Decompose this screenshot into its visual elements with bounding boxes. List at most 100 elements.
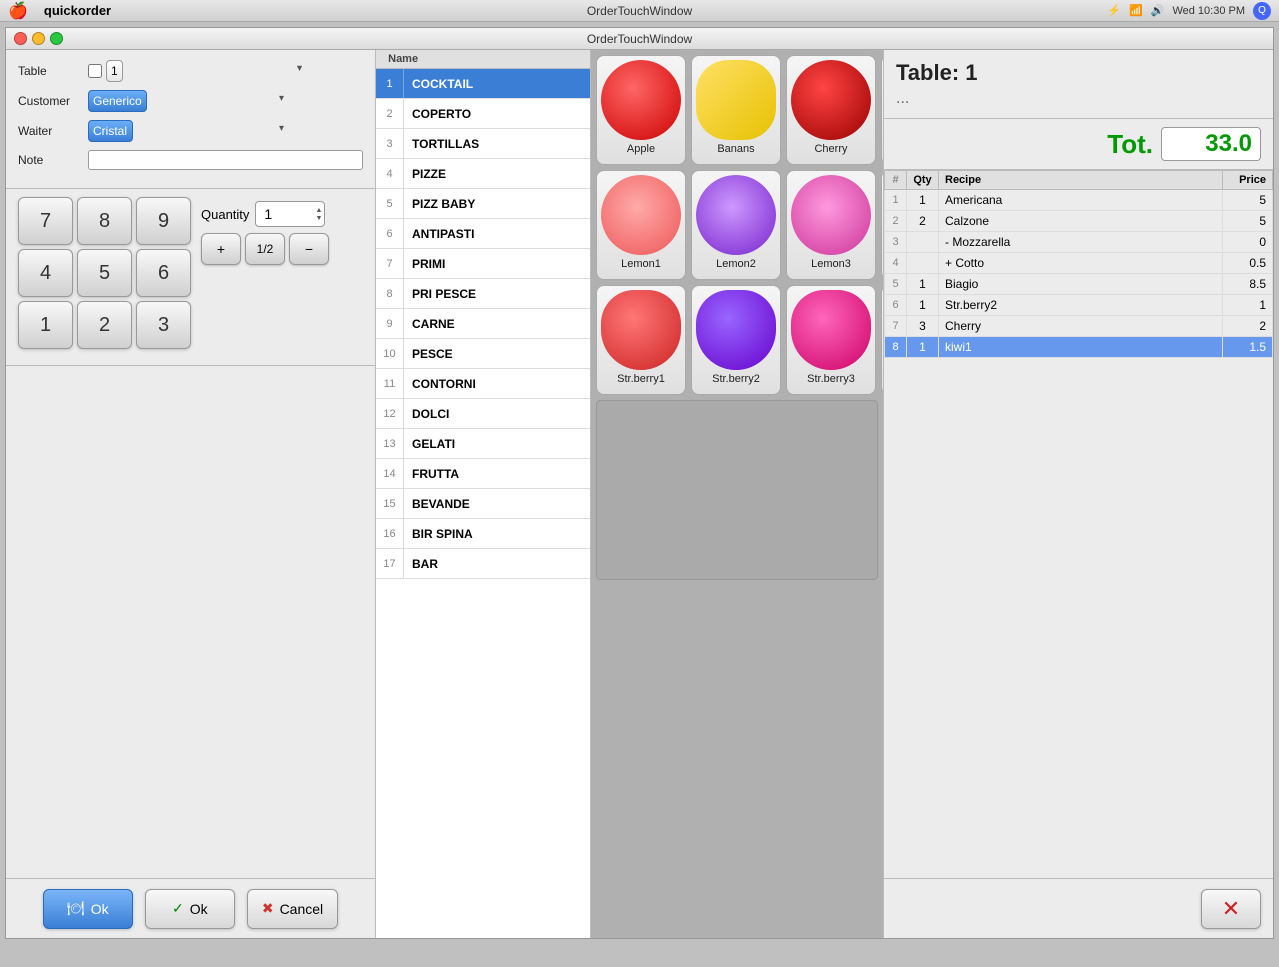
order-row-price: 2	[1223, 316, 1273, 337]
quantity-arrows[interactable]: ▲ ▼	[315, 207, 322, 222]
waiter-select[interactable]: Cristal	[88, 120, 133, 142]
category-item-8[interactable]: 8 PRI PESCE	[376, 279, 590, 309]
num-9-button[interactable]: 9	[136, 197, 191, 245]
num-8-button[interactable]: 8	[77, 197, 132, 245]
category-item-11[interactable]: 11 CONTORNI	[376, 369, 590, 399]
app-menu-name[interactable]: quickorder	[44, 3, 111, 18]
cat-name: COPERTO	[404, 103, 479, 125]
table-checkbox[interactable]	[88, 64, 102, 78]
product-name: Str.berry1	[617, 373, 665, 385]
main-content: Table 1 ▾ Customer Generico	[6, 50, 1273, 938]
note-input[interactable]	[88, 150, 363, 170]
order-row-num: 4	[885, 253, 907, 274]
cat-name: BEVANDE	[404, 493, 478, 515]
minimize-button[interactable]	[32, 32, 45, 45]
ok2-button[interactable]: ✓ Ok	[145, 889, 235, 929]
category-item-13[interactable]: 13 GELATI	[376, 429, 590, 459]
maximize-button[interactable]	[50, 32, 63, 45]
order-row[interactable]: 5 1 Biagio 8.5	[885, 274, 1273, 295]
product-image	[791, 290, 871, 370]
order-table-title: Table: 1	[896, 60, 1261, 86]
col-price: Price	[1223, 171, 1273, 190]
product-item-cherry[interactable]: Cherry	[786, 55, 876, 165]
category-item-1[interactable]: 1 COCKTAIL	[376, 69, 590, 99]
num-6-button[interactable]: 6	[136, 249, 191, 297]
cat-num: 14	[376, 459, 404, 488]
cat-name: PIZZ BABY	[404, 193, 483, 215]
cat-name: DOLCI	[404, 403, 457, 425]
num-1-button[interactable]: 1	[18, 301, 73, 349]
category-item-5[interactable]: 5 PIZZ BABY	[376, 189, 590, 219]
order-row-qty	[907, 232, 939, 253]
category-item-9[interactable]: 9 CARNE	[376, 309, 590, 339]
apple-menu-icon[interactable]: 🍎	[8, 1, 28, 21]
product-item-strberry2[interactable]: Str.berry2	[691, 285, 781, 395]
close-button[interactable]	[14, 32, 27, 45]
category-item-16[interactable]: 16 BIR SPINA	[376, 519, 590, 549]
customer-select[interactable]: Generico	[88, 90, 147, 112]
category-item-2[interactable]: 2 COPERTO	[376, 99, 590, 129]
category-item-7[interactable]: 7 PRIMI	[376, 249, 590, 279]
num-5-button[interactable]: 5	[77, 249, 132, 297]
product-item-lemon3[interactable]: Lemon3	[786, 170, 876, 280]
num-2-button[interactable]: 2	[77, 301, 132, 349]
category-item-6[interactable]: 6 ANTIPASTI	[376, 219, 590, 249]
ok1-label: Ok	[91, 901, 109, 917]
order-row-num: 1	[885, 190, 907, 211]
order-row[interactable]: 2 2 Calzone 5	[885, 211, 1273, 232]
plus-button[interactable]: +	[201, 233, 241, 265]
cat-num: 12	[376, 399, 404, 428]
product-item-strberry3[interactable]: Str.berry3	[786, 285, 876, 395]
datetime: Wed 10:30 PM	[1172, 5, 1245, 17]
cat-num: 3	[376, 129, 404, 158]
category-item-17[interactable]: 17 BAR	[376, 549, 590, 579]
minus-button[interactable]: −	[289, 233, 329, 265]
order-row[interactable]: 6 1 Str.berry2 1	[885, 295, 1273, 316]
ok2-label: Ok	[190, 901, 208, 917]
right-order-panel: Table: 1 ... Tot. 33.0 # Qty Recipe Pric…	[883, 50, 1273, 938]
product-item-lemon2[interactable]: Lemon2	[691, 170, 781, 280]
delete-button[interactable]: ✕	[1201, 889, 1261, 929]
order-row[interactable]: 3 - Mozzarella 0	[885, 232, 1273, 253]
cancel-button[interactable]: ✖ Cancel	[247, 889, 338, 929]
category-item-10[interactable]: 10 PESCE	[376, 339, 590, 369]
product-item-lemon1[interactable]: Lemon1	[596, 170, 686, 280]
category-item-12[interactable]: 12 DOLCI	[376, 399, 590, 429]
category-item-3[interactable]: 3 TORTILLAS	[376, 129, 590, 159]
order-total-row: Tot. 33.0	[884, 119, 1273, 170]
cat-num: 1	[376, 69, 404, 98]
bottom-buttons: 🍽 Ok ✓ Ok ✖ Cancel	[6, 878, 375, 938]
category-item-14[interactable]: 14 FRUTTA	[376, 459, 590, 489]
cat-name: BIR SPINA	[404, 523, 481, 545]
ok1-button[interactable]: 🍽 Ok	[43, 889, 133, 929]
category-item-4[interactable]: 4 PIZZE	[376, 159, 590, 189]
wifi-icon: 📶	[1129, 4, 1143, 17]
order-row[interactable]: 4 + Cotto 0.5	[885, 253, 1273, 274]
order-row-recipe: - Mozzarella	[939, 232, 1223, 253]
order-row-num: 8	[885, 337, 907, 358]
order-row-price: 5	[1223, 211, 1273, 232]
numpad-and-quantity: 7 8 9 4 5 6 1 2 3 Quantity	[18, 197, 363, 357]
order-row[interactable]: 7 3 Cherry 2	[885, 316, 1273, 337]
order-row[interactable]: 1 1 Americana 5	[885, 190, 1273, 211]
order-row-num: 7	[885, 316, 907, 337]
half-button[interactable]: 1/2	[245, 233, 285, 265]
num-7-button[interactable]: 7	[18, 197, 73, 245]
product-item-strberry1[interactable]: Str.berry1	[596, 285, 686, 395]
num-4-button[interactable]: 4	[18, 249, 73, 297]
order-row[interactable]: 8 1 kiwi1 1.5	[885, 337, 1273, 358]
num-3-button[interactable]: 3	[136, 301, 191, 349]
order-row-price: 8.5	[1223, 274, 1273, 295]
product-item-apple[interactable]: Apple	[596, 55, 686, 165]
order-row-num: 2	[885, 211, 907, 232]
total-label: Tot.	[1107, 129, 1153, 160]
main-window: OrderTouchWindow Table 1 ▾ Customer	[5, 27, 1274, 939]
cat-col-name: Name	[388, 53, 418, 65]
category-item-15[interactable]: 15 BEVANDE	[376, 489, 590, 519]
left-config-panel: Table 1 ▾ Customer Generico	[6, 50, 376, 938]
order-row-num: 6	[885, 295, 907, 316]
ok1-icon: 🍽	[67, 900, 85, 917]
order-row-qty: 1	[907, 295, 939, 316]
table-select[interactable]: 1	[106, 60, 123, 82]
product-item-banans[interactable]: Banans	[691, 55, 781, 165]
